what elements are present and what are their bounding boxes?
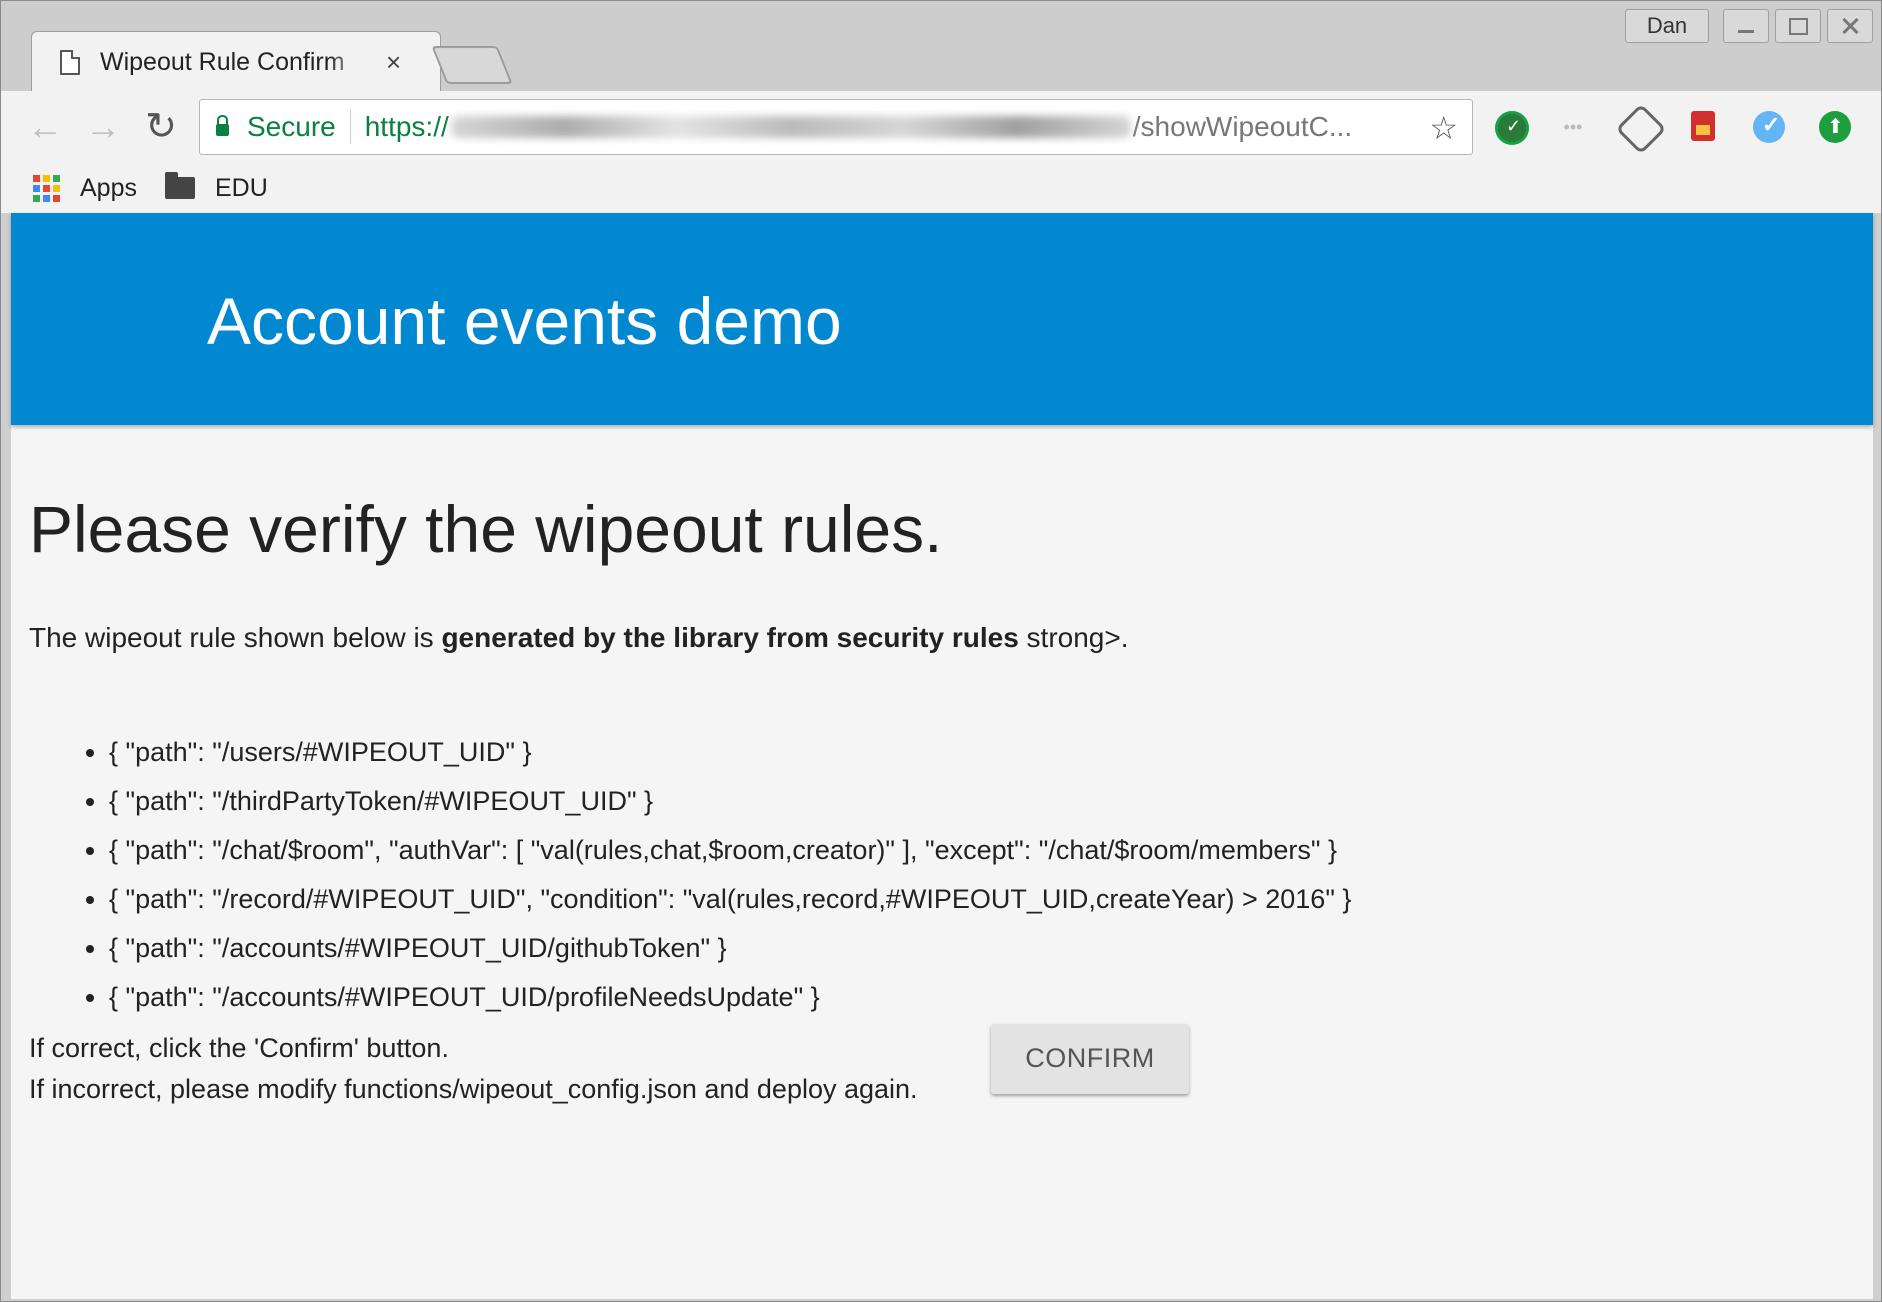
confirm-section: If correct, click the 'Confirm' button. … bbox=[29, 1023, 1853, 1110]
browser-window: Wipeout Rule Confirm × Dan ← → ↻ Secure … bbox=[0, 0, 1882, 1302]
lock-icon bbox=[216, 115, 229, 136]
maximize-icon[interactable] bbox=[1775, 9, 1821, 43]
modify-instruction: If incorrect, please modify functions/wi… bbox=[29, 1073, 918, 1104]
app-header: Account events demo bbox=[11, 213, 1873, 425]
minimize-icon[interactable] bbox=[1723, 9, 1769, 43]
url-scheme: https:// bbox=[364, 111, 449, 142]
back-arrow-icon[interactable]: ← bbox=[23, 105, 67, 149]
reload-icon[interactable]: ↻ bbox=[139, 105, 183, 149]
tab-title: Wipeout Rule Confirm bbox=[100, 47, 345, 76]
apps-grid-icon[interactable] bbox=[33, 174, 60, 202]
rule-item: { "path": "/accounts/#WIPEOUT_UID/profil… bbox=[109, 973, 1853, 1022]
secure-label: Secure bbox=[247, 111, 336, 142]
extension-blue-check-icon[interactable] bbox=[1753, 111, 1785, 143]
confirm-button[interactable]: CONFIRM bbox=[991, 1023, 1189, 1094]
url-redacted bbox=[450, 116, 1131, 138]
folder-icon[interactable] bbox=[164, 172, 195, 199]
page-content: Account events demo Please verify the wi… bbox=[11, 213, 1873, 1299]
tab-strip: Wipeout Rule Confirm × Dan bbox=[1, 1, 1881, 92]
url-path: /showWipeoutC... bbox=[1132, 111, 1353, 142]
close-window-icon[interactable] bbox=[1827, 9, 1873, 43]
confirm-instruction: If correct, click the 'Confirm' button. bbox=[29, 1032, 449, 1063]
rule-item: { "path": "/record/#WIPEOUT_UID", "condi… bbox=[109, 875, 1853, 924]
extension-sd-icon[interactable] bbox=[1691, 111, 1715, 141]
extension-check-icon[interactable] bbox=[1495, 111, 1529, 145]
wipeout-rules-list: { "path": "/users/#WIPEOUT_UID" } { "pat… bbox=[29, 728, 1853, 1022]
intro-text: The wipeout rule shown below is generate… bbox=[29, 622, 1853, 654]
extension-upload-icon[interactable] bbox=[1819, 111, 1851, 143]
rule-item: { "path": "/thirdPartyToken/#WIPEOUT_UID… bbox=[109, 777, 1853, 826]
page-heading: Please verify the wipeout rules. bbox=[29, 492, 943, 566]
intro-bold: generated by the library from security r… bbox=[441, 621, 1019, 653]
extension-dots-icon[interactable]: ••• bbox=[1557, 111, 1589, 143]
address-bar[interactable]: Secure https:// /showWipeoutC... ☆ bbox=[199, 99, 1473, 155]
rule-item: { "path": "/users/#WIPEOUT_UID" } bbox=[109, 728, 1853, 777]
bookmark-apps[interactable]: Apps bbox=[80, 174, 137, 203]
intro-prefix: The wipeout rule shown below is bbox=[29, 621, 442, 653]
main-content: Please verify the wipeout rules. The wip… bbox=[29, 493, 1853, 1110]
app-title: Account events demo bbox=[207, 284, 842, 358]
rule-item: { "path": "/chat/$room", "authVar": [ "v… bbox=[109, 826, 1853, 875]
forward-arrow-icon[interactable]: → bbox=[81, 105, 125, 149]
profile-button[interactable]: Dan bbox=[1625, 9, 1709, 43]
page-icon bbox=[60, 49, 80, 75]
tab-close-icon[interactable]: × bbox=[386, 47, 401, 77]
bookmarks-bar: Apps EDU bbox=[1, 163, 1881, 213]
active-tab[interactable]: Wipeout Rule Confirm × bbox=[31, 31, 441, 92]
bookmark-star-icon[interactable]: ☆ bbox=[1429, 109, 1458, 147]
extension-tag-icon[interactable] bbox=[1615, 103, 1667, 155]
browser-toolbar: ← → ↻ Secure https:// /showWipeoutC... ☆… bbox=[1, 91, 1881, 163]
url-divider bbox=[349, 110, 351, 144]
rule-item: { "path": "/accounts/#WIPEOUT_UID/github… bbox=[109, 924, 1853, 973]
new-tab-button[interactable] bbox=[431, 46, 513, 84]
intro-suffix: strong>. bbox=[1018, 621, 1129, 653]
bookmark-edu[interactable]: EDU bbox=[215, 174, 268, 203]
